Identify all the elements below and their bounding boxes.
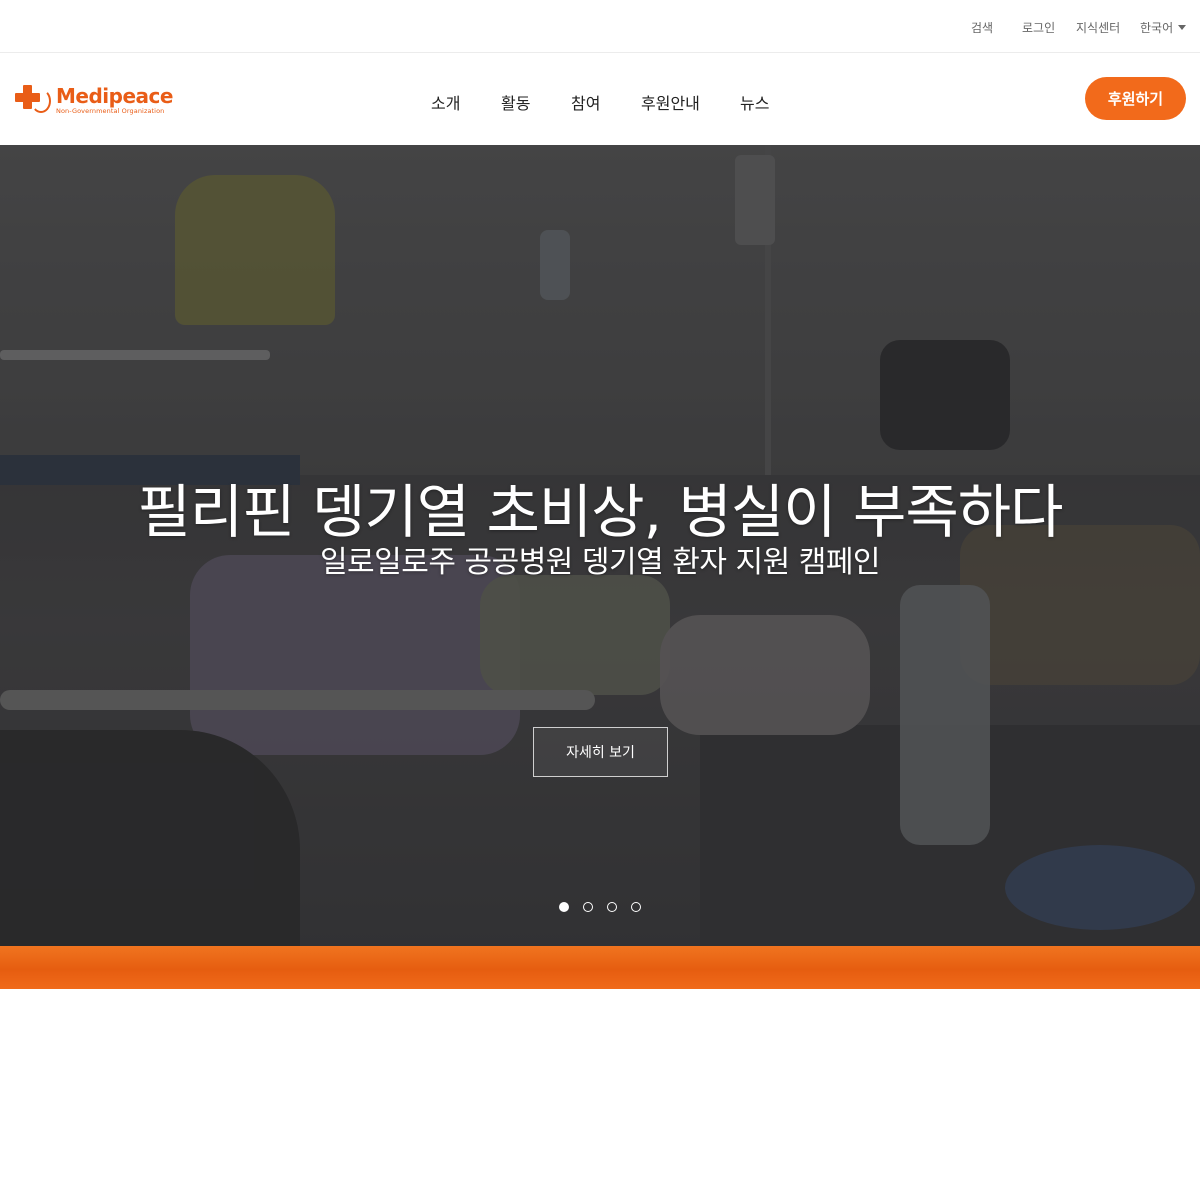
nav-item-activities[interactable]: 활동 — [501, 90, 530, 114]
nav-item-donation-info[interactable]: 후원안내 — [641, 90, 700, 114]
hero-slider: 필리핀 뎅기열 초비상, 병실이 부족하다 일로일로주 공공병원 뎅기열 환자 … — [0, 145, 1200, 946]
main-nav: 소개 활동 참여 후원안내 뉴스 — [0, 90, 1200, 113]
knowledge-center-link[interactable]: 지식센터 — [1076, 19, 1120, 36]
slider-dot-4[interactable] — [631, 902, 641, 912]
view-more-button[interactable]: 자세히 보기 — [533, 727, 668, 777]
nav-item-news[interactable]: 뉴스 — [740, 90, 769, 114]
caret-down-icon — [1178, 25, 1187, 30]
orange-band — [0, 946, 1200, 989]
nav-item-participate[interactable]: 참여 — [571, 90, 600, 114]
slider-pagination — [559, 902, 641, 914]
main-header: Medipeace Non-Governmental Organization … — [0, 54, 1200, 145]
slider-dot-1[interactable] — [559, 902, 569, 912]
search-link[interactable]: 검색 — [971, 19, 993, 36]
slider-dot-2[interactable] — [583, 902, 593, 912]
hero-subtitle: 일로일로주 공공병원 뎅기열 환자 지원 캠페인 — [319, 545, 881, 580]
nav-item-about[interactable]: 소개 — [431, 90, 460, 114]
login-link[interactable]: 로그인 — [1022, 19, 1055, 36]
language-selector[interactable]: 한국어 — [1140, 19, 1187, 36]
slider-dot-3[interactable] — [607, 902, 617, 912]
language-label: 한국어 — [1140, 21, 1174, 35]
utility-bar: 검색 로그인 지식센터 한국어 — [0, 0, 1200, 53]
donate-button[interactable]: 후원하기 — [1085, 77, 1186, 120]
